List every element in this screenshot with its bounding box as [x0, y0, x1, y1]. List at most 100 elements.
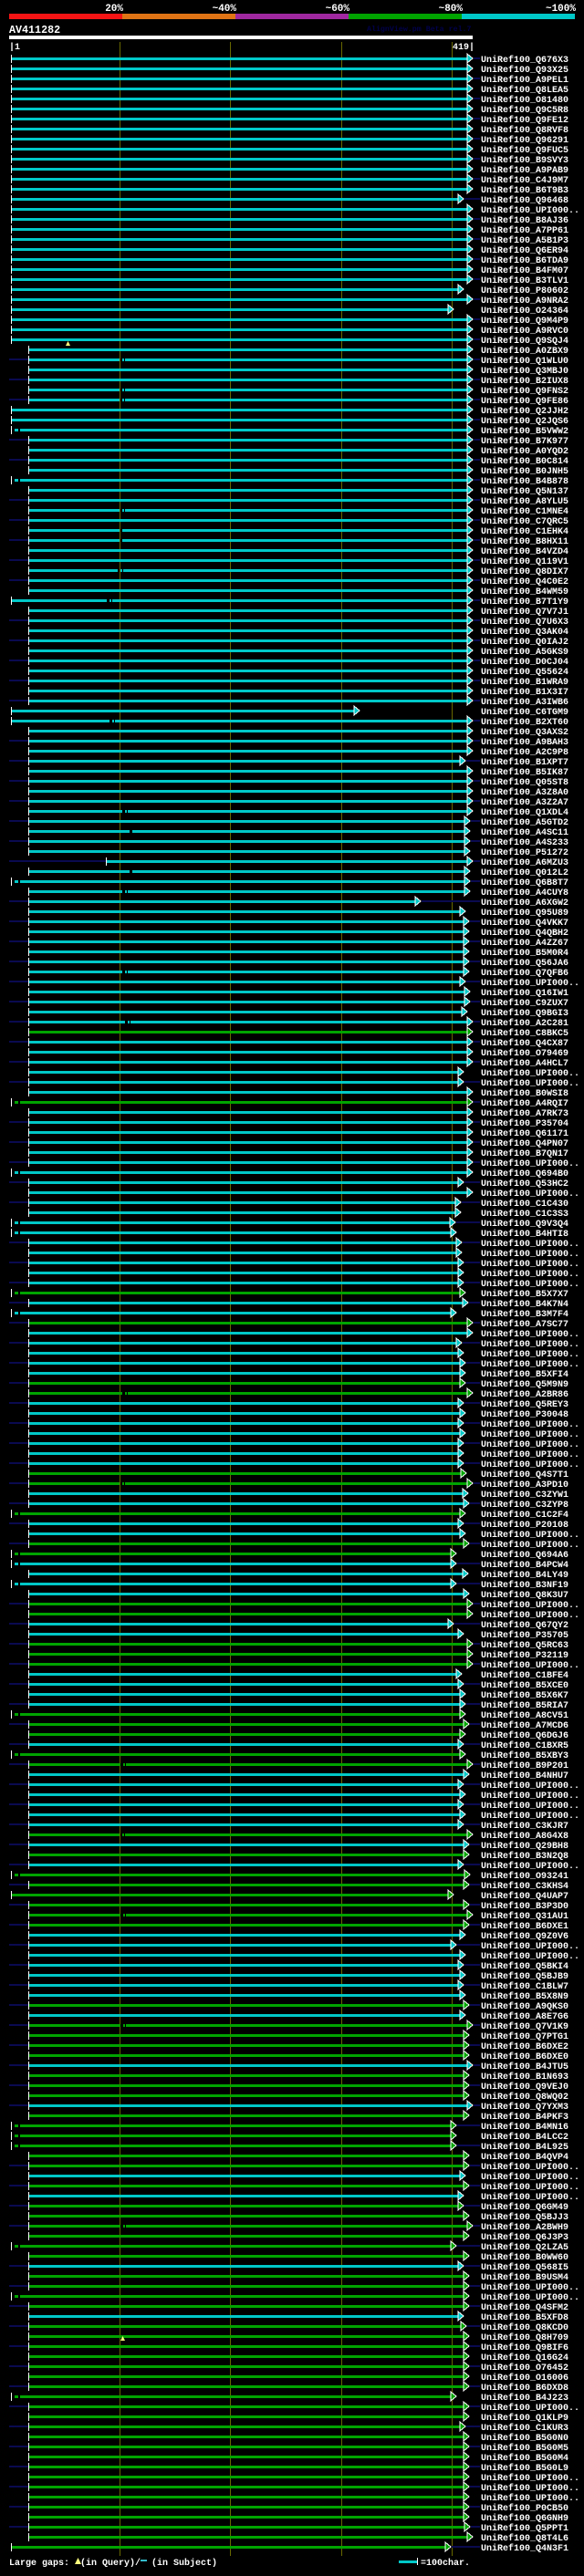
- svg-text:UniRef100_A0YQD2: UniRef100_A0YQD2: [481, 446, 568, 457]
- svg-text:UniRef100_C1EHK4: UniRef100_C1EHK4: [481, 526, 568, 537]
- svg-text:UniRef100_Q5RC63: UniRef100_Q5RC63: [481, 1640, 568, 1651]
- svg-text:UniRef100_UPI000..: UniRef100_UPI000..: [481, 1249, 579, 1260]
- svg-text:UniRef100_Q55624: UniRef100_Q55624: [481, 667, 568, 678]
- svg-text:UniRef100_Q95U89: UniRef100_Q95U89: [481, 908, 568, 919]
- svg-text:UniRef100_B6DXE0: UniRef100_B6DXE0: [481, 2051, 568, 2062]
- svg-text:UniRef100_B4JTU5: UniRef100_B4JTU5: [481, 2062, 568, 2072]
- svg-text:UniRef100_UPI000..: UniRef100_UPI000..: [481, 2282, 579, 2293]
- svg-text:UniRef100_UPI000..: UniRef100_UPI000..: [481, 1259, 579, 1270]
- svg-text:UniRef100_B0WW60: UniRef100_B0WW60: [481, 2252, 568, 2263]
- svg-text:UniRef100_B4LY49: UniRef100_B4LY49: [481, 1570, 568, 1581]
- svg-text:=100char.: =100char.: [421, 2558, 470, 2569]
- svg-text:UniRef100_Q6ER94: UniRef100_Q6ER94: [481, 245, 568, 256]
- svg-text:UniRef100_B4K7N4: UniRef100_B4K7N4: [481, 1299, 568, 1310]
- svg-text:UniRef100_Q8DIX7: UniRef100_Q8DIX7: [481, 566, 568, 577]
- svg-text:UniRef100_UPI000..: UniRef100_UPI000..: [481, 2473, 579, 2484]
- svg-text:UniRef100_A4CUY8: UniRef100_A4CUY8: [481, 888, 568, 898]
- svg-text:UniRef100_Q119V1: UniRef100_Q119V1: [481, 556, 568, 567]
- svg-text:UniRef100_Q4S7T1: UniRef100_Q4S7T1: [481, 1470, 568, 1480]
- svg-text:~60%: ~60%: [326, 4, 350, 15]
- svg-text:UniRef100_UPI000..: UniRef100_UPI000..: [481, 1349, 579, 1360]
- svg-text:UniRef100_A9PEL1: UniRef100_A9PEL1: [481, 75, 568, 86]
- svg-text:UniRef100_C3ZYW1: UniRef100_C3ZYW1: [481, 1490, 568, 1501]
- svg-text:UniRef100_Q9FE86: UniRef100_Q9FE86: [481, 396, 568, 407]
- svg-text:UniRef100_B9USM4: UniRef100_B9USM4: [481, 2272, 568, 2283]
- svg-text:UniRef100_Q3AK04: UniRef100_Q3AK04: [481, 627, 568, 638]
- svg-text:UniRef100_C1BXR5: UniRef100_C1BXR5: [481, 1740, 568, 1751]
- svg-text:UniRef100_A4HCL7: UniRef100_A4HCL7: [481, 1058, 568, 1069]
- svg-text:UniRef100_A5GKS9: UniRef100_A5GKS9: [481, 647, 568, 658]
- svg-text:UniRef100_Q4C0E2: UniRef100_Q4C0E2: [481, 576, 568, 587]
- svg-text:UniRef100_A4RQI7: UniRef100_A4RQI7: [481, 1098, 568, 1109]
- svg-text:UniRef100_Q9FNS2: UniRef100_Q9FNS2: [481, 386, 568, 397]
- svg-text:UniRef100_Q3AXS2: UniRef100_Q3AXS2: [481, 727, 568, 738]
- svg-text:UniRef100_B4L925: UniRef100_B4L925: [481, 2142, 568, 2153]
- svg-text:UniRef100_B4LCC2: UniRef100_B4LCC2: [481, 2132, 568, 2143]
- svg-text:UniRef100_UPI000..: UniRef100_UPI000..: [481, 1791, 579, 1802]
- svg-text:UniRef100_Q5BJJ3: UniRef100_Q5BJJ3: [481, 2212, 568, 2223]
- svg-text:UniRef100_Q96468: UniRef100_Q96468: [481, 195, 568, 206]
- svg-text:UniRef100_C1BFE4: UniRef100_C1BFE4: [481, 1670, 568, 1681]
- svg-text:UniRef100_Q05ST8: UniRef100_Q05ST8: [481, 777, 568, 788]
- svg-text:UniRef100_UPI000..: UniRef100_UPI000..: [481, 2493, 579, 2504]
- svg-text:UniRef100_UPI000..: UniRef100_UPI000..: [481, 1540, 579, 1551]
- svg-text:UniRef100_Q8WQ02: UniRef100_Q8WQ02: [481, 2092, 568, 2103]
- svg-text:UniRef100_UPI000..: UniRef100_UPI000..: [481, 1068, 579, 1079]
- svg-text:UniRef100_Q694B0: UniRef100_Q694B0: [481, 1169, 568, 1179]
- svg-text:20%: 20%: [105, 4, 123, 15]
- svg-text:UniRef100_Q9SQJ4: UniRef100_Q9SQJ4: [481, 336, 568, 347]
- svg-text:UniRef100_A8G4X8: UniRef100_A8G4X8: [481, 1831, 568, 1842]
- svg-text:UniRef100_P51272: UniRef100_P51272: [481, 847, 568, 858]
- svg-text:UniRef100_Q7V1K9: UniRef100_Q7V1K9: [481, 2021, 568, 2032]
- svg-text:UniRef100_A0ZBX9: UniRef100_A0ZBX9: [481, 346, 568, 357]
- svg-text:UniRef100_Q8T4L6: UniRef100_Q8T4L6: [481, 2533, 568, 2544]
- svg-text:UniRef100_Q4PN07: UniRef100_Q4PN07: [481, 1138, 568, 1149]
- svg-text:UniRef100_B4QVP4: UniRef100_B4QVP4: [481, 2152, 568, 2163]
- svg-text:UniRef100_B9P201: UniRef100_B9P201: [481, 1761, 568, 1771]
- svg-text:UniRef100_A9PAB9: UniRef100_A9PAB9: [481, 165, 568, 176]
- svg-text:UniRef100_A5GTD2: UniRef100_A5GTD2: [481, 817, 568, 828]
- svg-text:UniRef100_B4HTI8: UniRef100_B4HTI8: [481, 1229, 568, 1240]
- svg-text:UniRef100_UPI000..: UniRef100_UPI000..: [481, 2192, 579, 2203]
- svg-text:UniRef100_O76452: UniRef100_O76452: [481, 2363, 568, 2373]
- svg-text:UniRef100_UPI000..: UniRef100_UPI000..: [481, 1660, 579, 1671]
- svg-text:UniRef100_B5IK87: UniRef100_B5IK87: [481, 767, 568, 778]
- svg-text:UniRef100_C9ZUX7: UniRef100_C9ZUX7: [481, 998, 568, 1009]
- svg-text:AV411282: AV411282: [9, 24, 60, 36]
- svg-text:UniRef100_C3ZYP8: UniRef100_C3ZYP8: [481, 1500, 568, 1511]
- svg-text:UniRef100_Q56JA6: UniRef100_Q56JA6: [481, 958, 568, 969]
- svg-text:UniRef100_A2BWH9: UniRef100_A2BWH9: [481, 2222, 568, 2233]
- svg-text:UniRef100_B4FM07: UniRef100_B4FM07: [481, 265, 568, 276]
- svg-text:UniRef100_B7QN17: UniRef100_B7QN17: [481, 1148, 568, 1159]
- svg-text:UniRef100_Q9VEJ0: UniRef100_Q9VEJ0: [481, 2082, 568, 2093]
- svg-text:UniRef100_B3P3D0: UniRef100_B3P3D0: [481, 1901, 568, 1912]
- svg-text:UniRef100_A3Z2A7: UniRef100_A3Z2A7: [481, 797, 568, 808]
- svg-text:Large gaps:: Large gaps:: [9, 2559, 69, 2569]
- svg-text:UniRef100_B3N2Q8: UniRef100_B3N2Q8: [481, 1851, 568, 1862]
- svg-text:UniRef100_Q9FUC5: UniRef100_Q9FUC5: [481, 145, 568, 156]
- svg-text:UniRef100_Q4CX87: UniRef100_Q4CX87: [481, 1038, 568, 1049]
- svg-text:UniRef100_C6TGM9: UniRef100_C6TGM9: [481, 707, 568, 718]
- svg-text:UniRef100_UPI000..: UniRef100_UPI000..: [481, 1861, 579, 1872]
- svg-text:UniRef100_UPI000..: UniRef100_UPI000..: [481, 1329, 579, 1340]
- svg-text:~40%: ~40%: [213, 4, 237, 15]
- svg-text:UniRef100_B7T1Y9: UniRef100_B7T1Y9: [481, 597, 568, 608]
- svg-text:UniRef100_UPI000..: UniRef100_UPI000..: [481, 1279, 579, 1290]
- svg-text:UniRef100_O16006: UniRef100_O16006: [481, 2373, 568, 2384]
- svg-text:UniRef100_A4S233: UniRef100_A4S233: [481, 837, 568, 848]
- svg-text:UniRef100_B8AJ36: UniRef100_B8AJ36: [481, 215, 568, 226]
- svg-text:UniRef100_Q676X3: UniRef100_Q676X3: [481, 55, 568, 66]
- svg-text:UniRef100_C8BKC5: UniRef100_C8BKC5: [481, 1028, 568, 1039]
- svg-text:UniRef100_P35705: UniRef100_P35705: [481, 1630, 568, 1641]
- svg-text:~80%: ~80%: [439, 4, 464, 15]
- svg-text:UniRef100_B9SVY3: UniRef100_B9SVY3: [481, 155, 568, 166]
- svg-text:UniRef100_UPI000..: UniRef100_UPI000..: [481, 1951, 579, 1962]
- svg-text:UniRef100_P32119: UniRef100_P32119: [481, 1650, 568, 1661]
- svg-text:UniRef100_C1MNE4: UniRef100_C1MNE4: [481, 506, 568, 517]
- svg-text:UniRef100_B8HX11: UniRef100_B8HX11: [481, 536, 568, 547]
- svg-text:UniRef100_Q7V7J1: UniRef100_Q7V7J1: [481, 607, 568, 618]
- svg-text:UniRef100_A8CV51: UniRef100_A8CV51: [481, 1710, 568, 1721]
- svg-text:UniRef100_UPI000..: UniRef100_UPI000..: [481, 1429, 579, 1440]
- svg-text:UniRef100_B0WSI8: UniRef100_B0WSI8: [481, 1088, 568, 1099]
- svg-text:UniRef100_B5X8N9: UniRef100_B5X8N9: [481, 1991, 568, 2002]
